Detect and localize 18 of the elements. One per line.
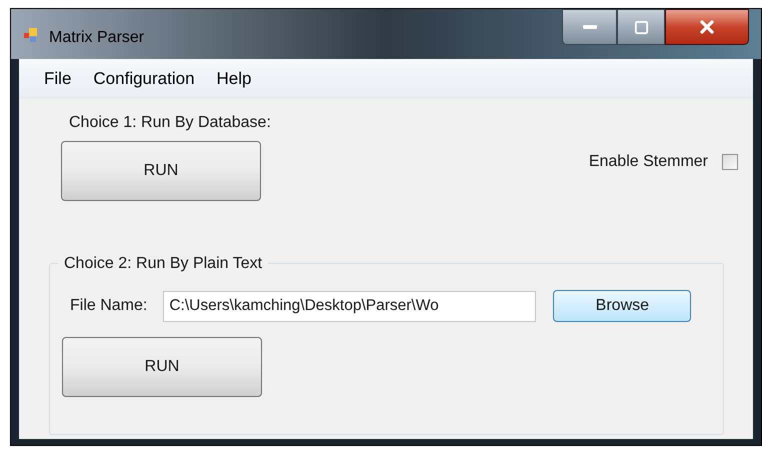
app-icon [23, 27, 39, 43]
run-button[interactable]: RUN [62, 337, 262, 397]
file-name-field[interactable]: C:\Users\kamching\Desktop\Parser\Wo [163, 290, 536, 322]
stemmer-checkbox[interactable] [722, 154, 738, 170]
section-label: Choice 1: Run By Database: [69, 113, 271, 133]
menu-item[interactable]: Help [216, 66, 252, 92]
window-title: Matrix Parser [49, 28, 144, 48]
run-button[interactable]: RUN [61, 141, 261, 201]
minimize-icon [582, 25, 596, 29]
checkbox-label: Enable Stemmer [588, 152, 708, 172]
menu-item[interactable]: Configuration [93, 66, 195, 92]
maximize-button[interactable] [617, 9, 665, 45]
browse-button[interactable]: Browse [553, 290, 692, 322]
maximize-icon [634, 20, 648, 34]
menu-item[interactable]: File [44, 66, 72, 92]
close-button[interactable] [665, 9, 749, 45]
minimize-button[interactable] [562, 9, 617, 45]
field-label: File Name: [70, 296, 148, 316]
